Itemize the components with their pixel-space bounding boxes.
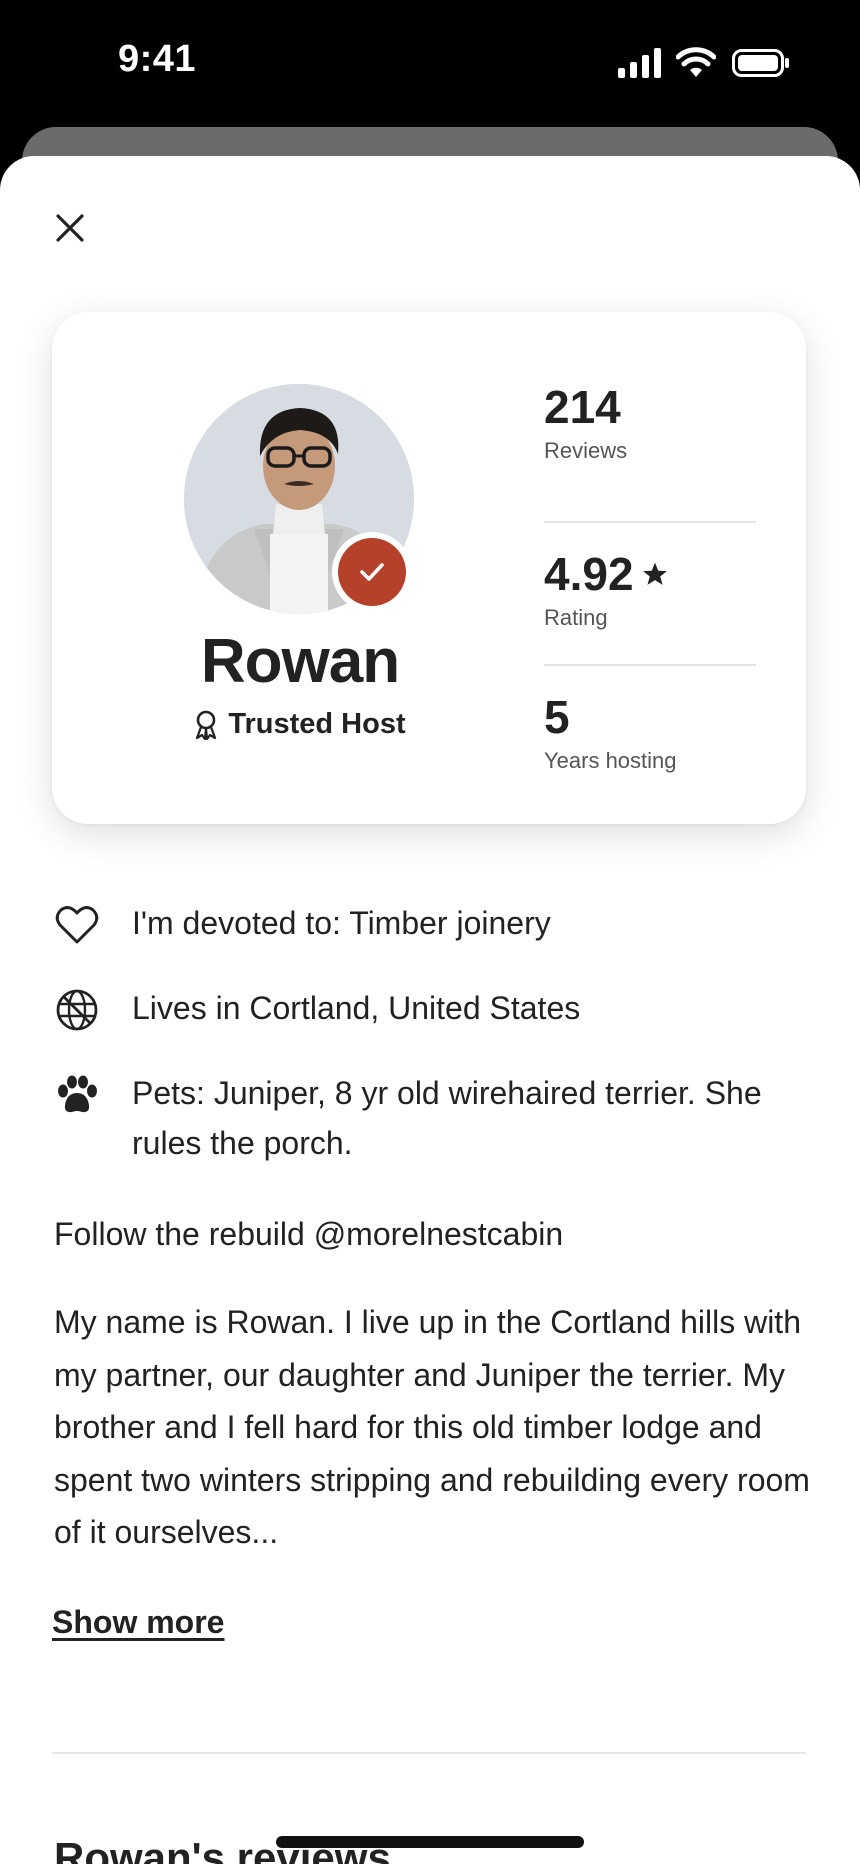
fact-pets-text: Pets: Juniper, 8 yr old wirehaired terri… — [132, 1075, 762, 1161]
close-icon — [56, 214, 84, 242]
profile-card: Rowan Trusted Host 214 Reviews 4.92 Rati… — [52, 312, 806, 824]
fact-lives-in-text: Lives in Cortland, United States — [132, 990, 581, 1026]
host-profile-sheet: Rowan Trusted Host 214 Reviews 4.92 Rati… — [0, 156, 860, 1864]
status-bar: 9:41 — [0, 0, 860, 130]
heart-icon — [54, 902, 100, 948]
host-stats: 214 Reviews 4.92 Rating 5 Years hosting — [544, 380, 756, 807]
stat-rating-value-row: 4.92 — [544, 547, 668, 601]
cellular-signal-icon — [618, 48, 661, 78]
stat-rating: 4.92 Rating — [544, 523, 756, 666]
star-icon — [642, 562, 667, 585]
show-more-link[interactable]: Show more — [52, 1604, 224, 1641]
stat-reviews-value: 214 — [544, 381, 621, 433]
close-button[interactable] — [46, 204, 94, 252]
fact-devoted-text: I'm devoted to: Timber joinery — [132, 905, 551, 941]
trusted-host-label: Trusted Host — [228, 708, 406, 740]
stat-years-label: Years hosting — [544, 748, 677, 773]
home-indicator[interactable] — [276, 1836, 584, 1848]
paw-icon — [54, 1072, 100, 1118]
host-bio: My name is Rowan. I live up in the Cortl… — [54, 1304, 810, 1550]
globe-icon — [54, 987, 100, 1033]
stat-reviews: 214 Reviews — [544, 380, 756, 523]
status-time: 9:41 — [118, 38, 197, 80]
battery-icon — [732, 49, 789, 77]
stat-rating-value: 4.92 — [544, 548, 634, 600]
wifi-icon — [676, 47, 716, 77]
stat-rating-label: Rating — [544, 605, 608, 630]
section-divider — [52, 1752, 806, 1754]
follow-text: Follow the rebuild @morelnestcabin — [54, 1216, 564, 1252]
fact-pets: Pets: Juniper, 8 yr old wirehaired terri… — [54, 1068, 814, 1168]
stat-years-value: 5 — [544, 691, 570, 743]
trusted-host-badge: Trusted Host — [112, 708, 488, 741]
checkmark-icon — [360, 563, 384, 581]
fact-lives-in: Lives in Cortland, United States — [54, 983, 814, 1033]
avatar-container — [184, 384, 414, 614]
stat-years: 5 Years hosting — [544, 666, 756, 807]
verified-badge — [332, 532, 412, 612]
award-ribbon-icon — [196, 710, 217, 740]
fact-devoted: I'm devoted to: Timber joinery — [54, 898, 814, 948]
stat-reviews-label: Reviews — [544, 438, 628, 463]
host-name: Rowan — [200, 627, 400, 696]
host-facts-list: I'm devoted to: Timber joinery Lives in … — [54, 898, 814, 1203]
